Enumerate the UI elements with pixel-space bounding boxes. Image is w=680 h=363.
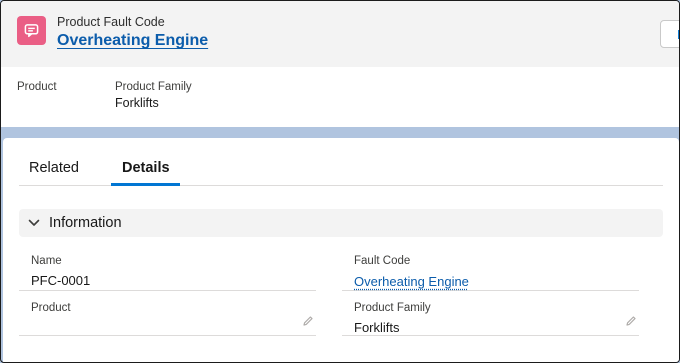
edit-pencil-icon[interactable] bbox=[302, 315, 314, 327]
tab-bar: Related Details bbox=[19, 152, 663, 186]
highlight-product-family-value: Forklifts bbox=[115, 96, 159, 110]
active-tab-indicator bbox=[111, 183, 180, 186]
field-name: Name PFC-0001 bbox=[19, 249, 316, 291]
field-fault-code-link[interactable]: Overheating Engine bbox=[354, 274, 469, 289]
field-product-family-value: Forklifts bbox=[354, 320, 400, 335]
field-product-family: Product Family Forklifts bbox=[342, 296, 639, 336]
field-product-family-label: Product Family bbox=[354, 302, 431, 314]
record-header: Product Fault Code Overheating Engine Ne… bbox=[1, 1, 679, 67]
record-title[interactable]: Overheating Engine bbox=[57, 32, 208, 50]
field-fault-code-label: Fault Code bbox=[354, 255, 411, 267]
field-name-value: PFC-0001 bbox=[31, 273, 91, 288]
field-fault-code: Fault Code Overheating Engine bbox=[342, 249, 639, 291]
new-button[interactable]: New bbox=[660, 20, 679, 48]
tab-related[interactable]: Related bbox=[29, 160, 79, 176]
chevron-down-icon[interactable] bbox=[28, 218, 40, 228]
section-information[interactable]: Information bbox=[19, 209, 663, 237]
highlight-product-family-label: Product Family bbox=[115, 81, 192, 93]
field-name-label: Name bbox=[31, 255, 62, 267]
highlight-product-family: Product Family Forklifts bbox=[115, 81, 192, 110]
highlight-product-label: Product bbox=[17, 81, 57, 93]
detail-card: Related Details Information Name PFC-000… bbox=[3, 138, 679, 362]
tab-details[interactable]: Details bbox=[122, 160, 170, 176]
app-window: Product Fault Code Overheating Engine Ne… bbox=[0, 0, 680, 363]
edit-pencil-icon[interactable] bbox=[625, 315, 637, 327]
section-title: Information bbox=[49, 215, 122, 231]
field-product: Product bbox=[19, 296, 316, 336]
highlight-product: Product bbox=[17, 81, 57, 96]
object-label: Product Fault Code bbox=[57, 15, 165, 29]
highlights-panel: Product Product Family Forklifts bbox=[1, 67, 679, 127]
product-fault-icon bbox=[17, 16, 46, 45]
field-product-label: Product bbox=[31, 302, 71, 314]
